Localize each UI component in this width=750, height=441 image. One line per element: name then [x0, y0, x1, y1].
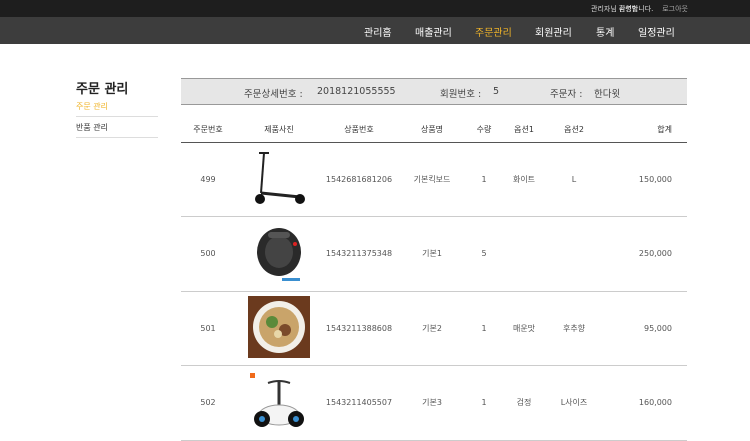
product-image — [235, 142, 323, 217]
product-no: 1543211375348 — [323, 216, 395, 292]
table-row[interactable]: 499 1542681681206 기본킥보드 1 화이트 L 150,000 — [181, 142, 687, 217]
product-no: 1542681681206 — [323, 142, 395, 217]
order-table: 주문번호 제품사진 상품번호 상품명 수량 옵션1 옵션2 합계 499 154… — [181, 117, 687, 441]
sidebar-item-orders[interactable]: 주문 관리 — [76, 96, 158, 117]
nav-stats[interactable]: 통계 — [596, 24, 614, 39]
product-image — [235, 365, 323, 441]
product-name: 기본2 — [395, 291, 469, 366]
product-name: 기본1 — [395, 216, 469, 292]
col-total: 합계 — [599, 117, 687, 143]
table-header-row: 주문번호 제품사진 상품번호 상품명 수량 옵션1 옵션2 합계 — [181, 117, 687, 143]
nav-orders[interactable]: 주문관리 — [475, 24, 512, 39]
product-image — [235, 216, 323, 292]
option1: 검정 — [499, 365, 549, 441]
order-no: 500 — [181, 216, 235, 292]
product-no: 1543211388608 — [323, 291, 395, 366]
orderer-label: 주문자 : — [550, 89, 583, 100]
hoverboard-icon — [250, 372, 304, 427]
orderer-value: 한다윗 — [594, 89, 621, 100]
unicycle-icon — [257, 227, 301, 281]
col-product-name: 상품명 — [395, 117, 469, 143]
quantity: 1 — [469, 365, 499, 441]
order-info-bar: 주문상세번호 : 2018121055555 회원번호 : 5 주문자 : 한다… — [181, 78, 687, 105]
quantity: 1 — [469, 291, 499, 366]
option2: L사이즈 — [549, 365, 599, 441]
detail-no-value: 2018121055555 — [317, 86, 396, 97]
row-total: 250,000 — [599, 216, 687, 292]
option1: 화이트 — [499, 142, 549, 217]
table-row[interactable]: 502 1543211405507 기본3 1 검정 L사이즈 160,000 — [181, 365, 687, 441]
main-nav: 관리홈 매출관리 주문관리 회원관리 통계 일정관리 — [0, 17, 750, 44]
row-total: 150,000 — [599, 142, 687, 217]
logout-link[interactable]: 로그아웃 — [662, 4, 688, 14]
option1: 매운맛 — [499, 291, 549, 366]
quantity: 5 — [469, 216, 499, 292]
product-image — [235, 291, 323, 366]
quantity: 1 — [469, 142, 499, 217]
col-order-no: 주문번호 — [181, 117, 235, 143]
kickboard-icon — [255, 152, 305, 205]
col-option1: 옵션1 — [499, 117, 549, 143]
table-row[interactable]: 500 1543211375348 기본1 5 250,000 — [181, 216, 687, 292]
col-qty: 수량 — [469, 117, 499, 143]
option2 — [549, 216, 599, 292]
sidebar-item-returns[interactable]: 반품 관리 — [76, 117, 158, 138]
col-product-no: 상품번호 — [323, 117, 395, 143]
col-image: 제품사진 — [235, 117, 323, 143]
sidebar-title: 주문 관리 — [76, 82, 129, 97]
order-no: 502 — [181, 365, 235, 441]
nav-sales[interactable]: 매출관리 — [415, 24, 452, 39]
nav-members[interactable]: 회원관리 — [535, 24, 572, 39]
product-name: 기본3 — [395, 365, 469, 441]
table-row[interactable]: 501 1543211388608 기본2 1 매운맛 후추향 95,000 — [181, 291, 687, 366]
order-no: 501 — [181, 291, 235, 366]
row-total: 95,000 — [599, 291, 687, 366]
nav-admin-home[interactable]: 관리홈 — [364, 24, 392, 39]
member-no-label: 회원번호 : — [440, 89, 482, 100]
member-no-value: 5 — [493, 86, 500, 97]
top-bar: 김성범 관리자님 환영합니다. 로그아웃 — [0, 0, 750, 17]
detail-no-label: 주문상세번호 : — [244, 89, 303, 100]
col-option2: 옵션2 — [549, 117, 599, 143]
option2: 후추향 — [549, 291, 599, 366]
option2: L — [549, 142, 599, 217]
product-no: 1543211405507 — [323, 365, 395, 441]
noodle-bowl-icon — [248, 296, 310, 359]
option1 — [499, 216, 549, 292]
order-no: 499 — [181, 142, 235, 217]
product-name: 기본킥보드 — [395, 142, 469, 217]
nav-schedule[interactable]: 일정관리 — [638, 24, 675, 39]
sidebar: 주문 관리 주문 관리 반품 관리 — [76, 78, 158, 138]
row-total: 160,000 — [599, 365, 687, 441]
